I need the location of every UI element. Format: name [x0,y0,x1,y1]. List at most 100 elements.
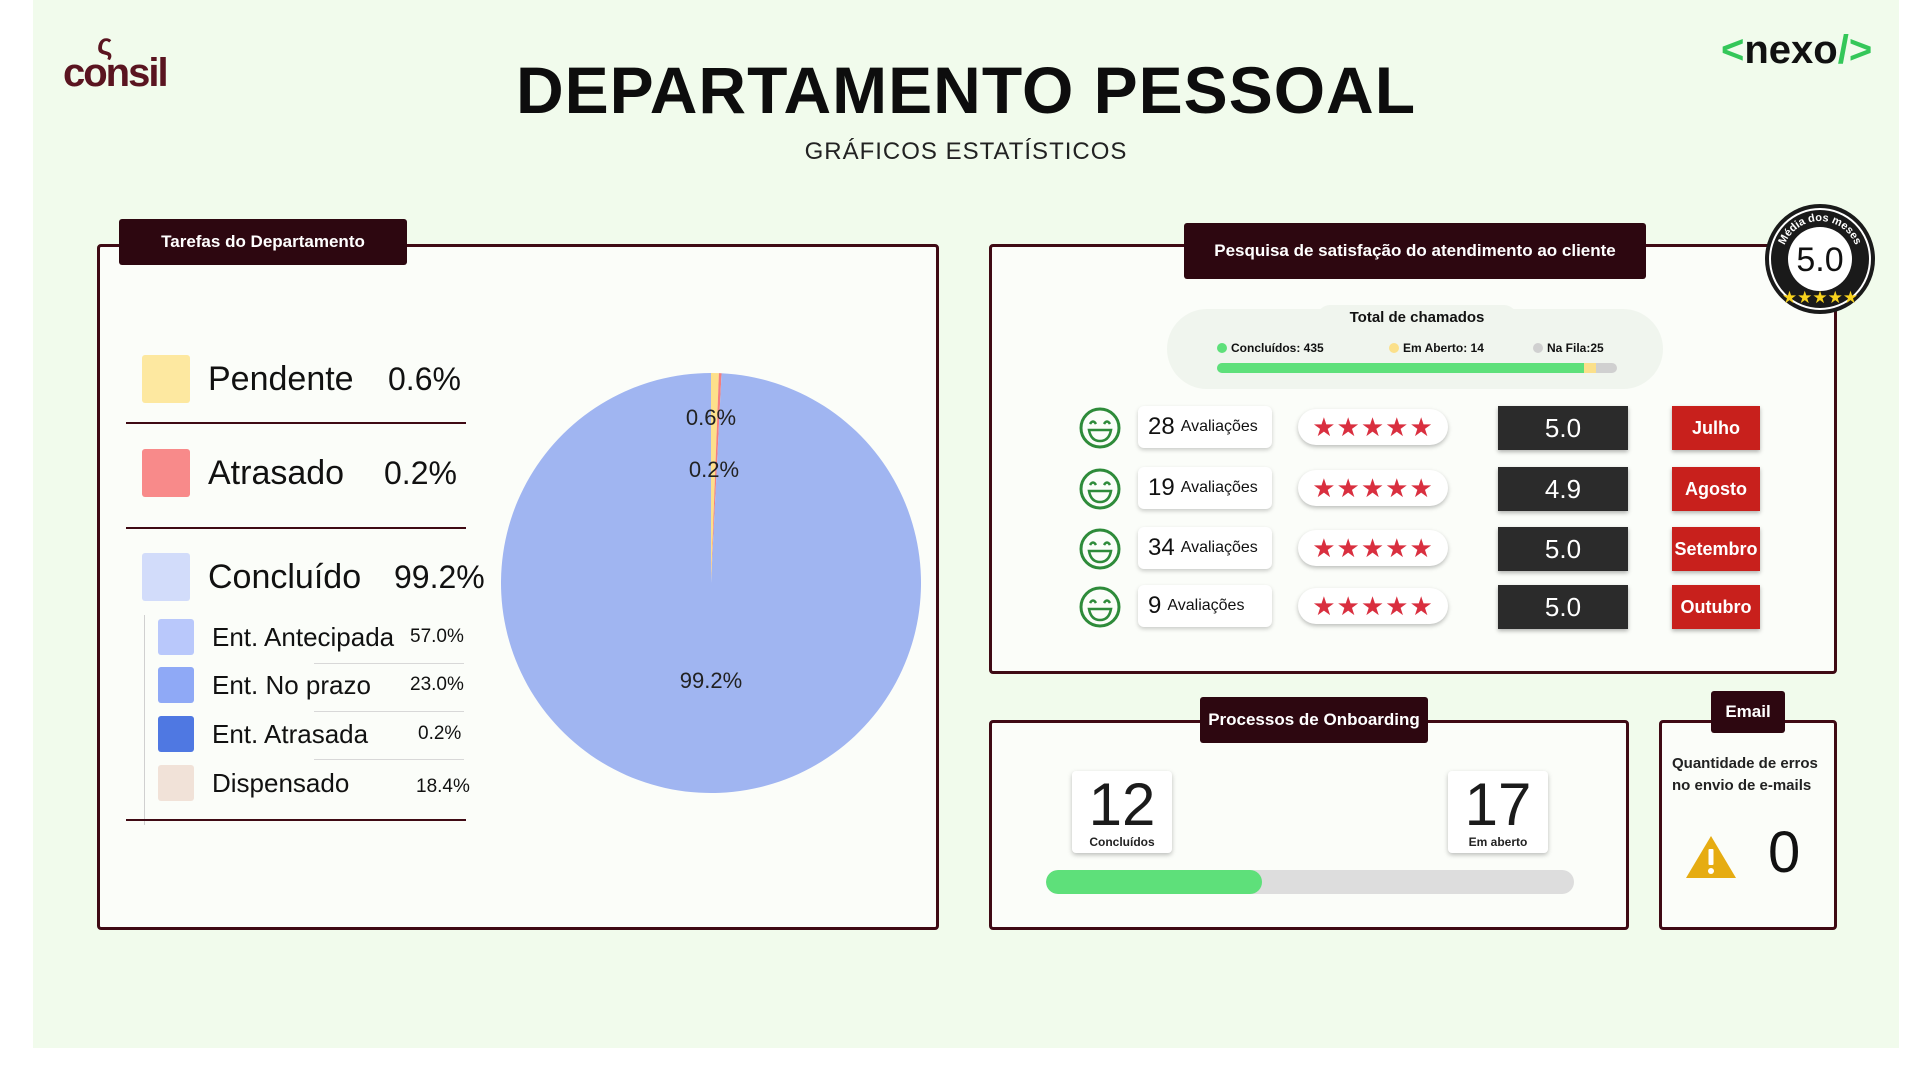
legend-value: 0.2% [384,454,457,491]
email-panel: Email Quantidade de erros no envio de e-… [1659,691,1837,930]
legend-value: 57.0% [410,626,464,647]
onboarding-progress-bar [1046,870,1574,894]
page-title: DEPARTAMENTO PESSOAL [515,53,1417,127]
email-panel-tab: Email [1711,691,1785,733]
page-subtitle: GRÁFICOS ESTATÍSTICOS [804,138,1128,165]
legend-swatch [158,619,194,655]
tasks-panel: Tarefas do Departamento Pendente 0.6% At… [97,219,939,930]
legend-label: Concluído [208,557,362,596]
tasks-pie-chart: 0.6% 0.2% 99.2% [501,373,921,793]
legend-swatch [158,765,194,801]
star-rating: ★★★★★ [1298,409,1448,445]
legend-divider [126,422,466,424]
total-calls-bar-aberto [1584,363,1596,373]
sub-legend-divider [314,759,464,760]
onboarding-open-label: Em aberto [1468,835,1528,849]
smile-icon [1079,407,1121,449]
legend-label: Dispensado [212,767,350,798]
pie-data-label: 99.2% [680,668,742,693]
rating-count-card: 19 Avaliações [1138,467,1272,509]
legend-swatch [158,716,194,752]
rating-score: 5.0 [1498,527,1628,571]
legend-swatch [142,553,190,601]
rating-score: 5.0 [1498,406,1628,450]
star-rating: ★★★★★ [1298,588,1448,624]
rating-count: 19 [1148,474,1175,501]
rating-count-label: Avaliações [1180,539,1258,556]
tasks-panel-tab: Tarefas do Departamento [119,219,407,265]
pie-data-label: 0.2% [689,457,739,482]
email-description: Quantidade de erros no envio de e-mails [1672,755,1818,794]
rating-count-label: Avaliações [1180,479,1258,496]
total-calls-bar [1217,363,1617,373]
month-badge: Setembro [1672,527,1760,571]
dot-icon [1389,343,1399,353]
total-calls-legend-fila: Na Fila:25 [1533,341,1604,355]
legend-label: Ent. Antecipada [212,621,395,652]
average-badge: Média dos meses 5.0 ★★★★★ [1765,204,1875,314]
legend-value: 0.6% [388,360,461,397]
sub-legend-item-atrasada: Ent. Atrasada 0.2% [158,716,488,752]
legend-label: Ent. Atrasada [212,718,369,749]
legend-value: 23.0% [410,674,464,695]
total-calls-bar-concluidos [1217,363,1585,373]
legend-item-concluido: Concluído 99.2% [142,553,485,601]
rating-count-card: 28 Avaliações [1138,406,1272,448]
legend-label: Atrasado [208,453,345,492]
sub-legend-line [144,615,145,825]
dot-icon [1217,343,1227,353]
onboarding-panel: Processos de Onboarding 12 Concluídos 17… [989,697,1629,930]
badge-stars-icon: ★★★★★ [1782,288,1858,307]
rating-count-label: Avaliações [1167,597,1245,614]
legend-divider [126,819,466,821]
warning-icon [1686,836,1736,878]
month-badge: Julho [1672,406,1760,450]
rating-count: 34 [1148,534,1175,561]
star-rating: ★★★★★ [1298,530,1448,566]
total-calls-legend-concluidos: Concluídos: 435 [1217,341,1324,355]
legend-label: Na Fila:25 [1547,341,1604,355]
legend-value: 18.4% [416,776,470,797]
sub-legend-item-no-prazo: Ent. No prazo 23.0% [158,667,480,703]
smile-icon [1079,528,1121,570]
month-badge: Outubro [1672,585,1760,629]
legend-label: Pendente [208,359,354,398]
legend-divider [126,527,466,529]
dashboard-board: ς consil <nexo/> DEPARTAMENTO PESSOAL GR… [33,0,1899,1048]
satisfaction-panel: Pesquisa de satisfação do atendimento ao… [989,204,1875,674]
onboarding-progress-fill [1046,870,1263,894]
rating-count-card: 9 Avaliações [1138,585,1272,627]
rating-count-label: Avaliações [1180,418,1258,435]
satisfaction-panel-tab: Pesquisa de satisfação do atendimento ao… [1184,223,1646,279]
legend-swatch [142,449,190,497]
sub-legend-divider [314,711,464,712]
onboarding-open-value: 17 [1464,771,1532,838]
dot-icon [1533,343,1543,353]
legend-value: 99.2% [394,558,485,595]
sub-legend-divider [314,663,464,664]
legend-swatch [158,667,194,703]
total-calls-legend-aberto: Em Aberto: 14 [1389,341,1484,355]
onboarding-panel-tab: Processos de Onboarding [1200,697,1428,743]
legend-label: Concluídos: 435 [1231,341,1324,355]
star-rating: ★★★★★ [1298,470,1448,506]
onboarding-completed-label: Concluídos [1089,835,1155,849]
legend-label: Em Aberto: 14 [1403,341,1484,355]
pie-slice-concluido [501,373,921,793]
total-calls-card: Total de chamados Concluídos: 435 Em Abe… [1167,305,1663,389]
smile-icon [1079,586,1121,628]
legend-label: Ent. No prazo [212,669,371,700]
month-badge: Agosto [1672,467,1760,511]
smile-icon [1079,468,1121,510]
sub-legend-item-dispensado: Dispensado 18.4% [158,765,486,801]
legend-item-pendente: Pendente 0.6% [142,355,478,403]
rating-score: 4.9 [1498,467,1628,511]
rating-score: 5.0 [1498,585,1628,629]
sub-legend-item-antecipada: Ent. Antecipada 57.0% [158,619,480,655]
rating-count: 28 [1148,413,1175,440]
total-calls-title: Total de chamados [1317,305,1517,331]
rating-count: 9 [1148,592,1162,619]
badge-value: 5.0 [1796,241,1843,279]
legend-value: 0.2% [418,723,462,744]
pie-data-label: 0.6% [686,405,736,430]
